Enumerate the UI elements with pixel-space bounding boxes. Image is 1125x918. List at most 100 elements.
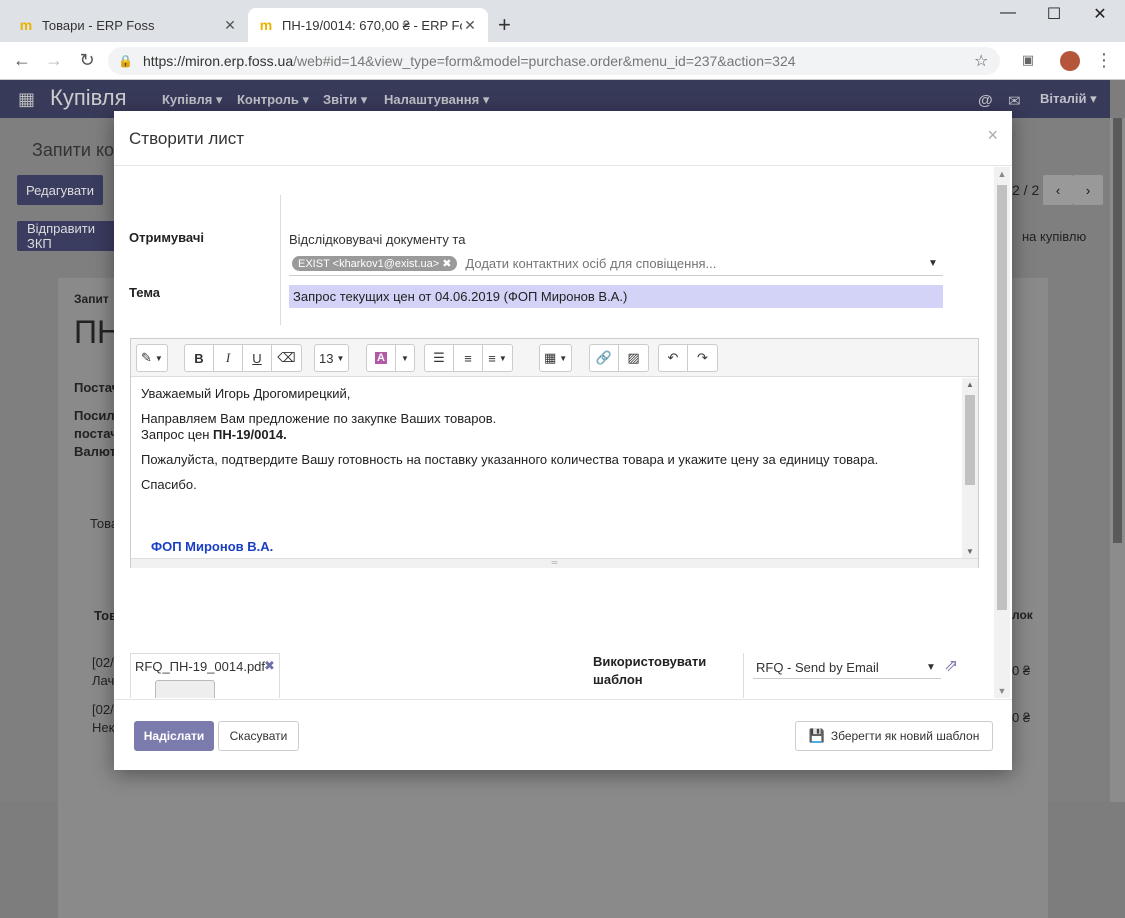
attachment-item[interactable]: RFQ_ПН-19_0014.pdf ✖ ⱷ xyxy=(130,653,280,698)
page-scrollbar-thumb[interactable] xyxy=(1113,118,1122,543)
cancel-button[interactable]: Скасувати xyxy=(218,721,299,751)
remove-attachment-icon[interactable]: ✖ xyxy=(264,658,275,674)
dialog-close-icon[interactable]: × xyxy=(987,125,998,146)
odoo-favicon-icon: m xyxy=(259,17,273,33)
underline-button[interactable]: U xyxy=(243,345,272,371)
remove-tag-icon[interactable]: ✖ xyxy=(442,258,451,270)
bullet-list-icon[interactable]: ☰ xyxy=(425,345,454,371)
recipients-input[interactable] xyxy=(457,255,923,272)
menu-settings[interactable]: Налаштування ▾ xyxy=(384,92,489,108)
subject-input[interactable] xyxy=(289,285,943,308)
color-dropdown-icon[interactable]: ▼ xyxy=(396,345,414,371)
save-as-template-label: Зберегти як новий шаблон xyxy=(830,729,980,743)
save-as-template-button[interactable]: 💾 Зберегти як новий шаблон xyxy=(795,721,993,751)
scroll-down-icon[interactable]: ▼ xyxy=(962,547,978,556)
recipient-tag[interactable]: EXIST <kharkov1@exist.ua> ✖ xyxy=(292,256,458,271)
url-host: https://miron.erp.foss.ua xyxy=(142,53,294,69)
forward-icon[interactable]: → xyxy=(42,50,66,72)
chevron-down-icon[interactable]: ▼ xyxy=(923,258,943,269)
back-icon[interactable]: ← xyxy=(10,50,34,72)
undo-icon[interactable]: ↶ xyxy=(659,345,688,371)
minimize-icon[interactable]: — xyxy=(985,4,1031,28)
bg-row: [02/ xyxy=(92,702,114,717)
template-select[interactable]: RFQ - Send by Email ▼ xyxy=(753,657,941,679)
dialog-scrollbar[interactable]: ▲ ▼ xyxy=(994,167,1010,698)
browser-tab-products[interactable]: m Товари - ERP Foss ✕ xyxy=(8,8,248,42)
external-link-icon[interactable]: ⇗ xyxy=(944,656,958,676)
maximize-icon[interactable]: ☐ xyxy=(1031,4,1077,28)
link-icon[interactable]: 🔗 xyxy=(590,345,619,371)
editor-scrollbar[interactable]: ▲ ▼ xyxy=(962,378,978,558)
font-size-dropdown[interactable]: 13 ▼ xyxy=(315,345,348,371)
new-tab-icon[interactable]: + xyxy=(498,12,511,38)
page-scrollbar[interactable] xyxy=(1110,118,1125,802)
eraser-icon[interactable]: ⌫ xyxy=(272,345,301,371)
menu-reports[interactable]: Звіти ▾ xyxy=(323,92,367,108)
font-size-value: 13 xyxy=(319,350,334,366)
browser-tab-order[interactable]: m ПН-19/0014: 670,00 ₴ - ERP Foss ✕ xyxy=(248,8,488,42)
dialog-footer: Надіслати Скасувати 💾 Зберегти як новий … xyxy=(114,699,1012,770)
redo-icon[interactable]: ↷ xyxy=(688,345,717,371)
tab-close-icon[interactable]: ✕ xyxy=(222,17,238,34)
template-label: Використовувати шаблон xyxy=(593,653,706,689)
body-line-3: Пожалуйста, подтвердите Вашу готовность … xyxy=(141,452,879,467)
list-group: ☰ ≡ ≡ ▼ xyxy=(424,344,513,372)
body-greeting: Уважаемый Игорь Дрогомирецкий, xyxy=(141,386,351,401)
bookmark-star-icon[interactable]: ☆ xyxy=(974,51,1000,71)
bold-button[interactable]: B xyxy=(185,345,214,371)
reload-icon[interactable]: ↻ xyxy=(75,50,99,72)
url-text: https://miron.erp.foss.ua/web#id=14&view… xyxy=(143,53,974,69)
compose-email-dialog: Створити лист × Отримувачі Відслідковува… xyxy=(114,111,1012,770)
table-icon[interactable]: ▦ ▼ xyxy=(540,345,571,371)
recipient-tag-label: EXIST <kharkov1@exist.ua> xyxy=(298,258,440,270)
label-divider xyxy=(280,195,281,325)
menu-control[interactable]: Контроль ▾ xyxy=(237,92,309,108)
template-divider xyxy=(743,653,744,698)
browser-tabbar: m Товари - ERP Foss ✕ m ПН-19/0014: 670,… xyxy=(0,0,1125,42)
bg-edit-button: Редагувати xyxy=(17,175,103,205)
bg-col-right: лок xyxy=(1012,608,1033,622)
floppy-disk-icon: 💾 xyxy=(808,728,825,743)
browser-profile-avatar[interactable] xyxy=(1060,51,1080,71)
dialog-header: Створити лист × xyxy=(114,111,1012,166)
send-button[interactable]: Надіслати xyxy=(134,721,214,751)
odoo-favicon-icon: m xyxy=(19,17,33,33)
app-name: Купівля xyxy=(50,85,127,110)
image-icon[interactable]: ▨ xyxy=(619,345,648,371)
dialog-scrollbar-thumb[interactable] xyxy=(997,185,1007,610)
editor-resize-handle[interactable]: ═ xyxy=(131,558,978,568)
numbered-list-icon[interactable]: ≡ xyxy=(454,345,483,371)
apps-grid-icon[interactable]: ▦ xyxy=(18,89,35,110)
bg-doc-caption: Запит xyxy=(74,292,109,306)
recipients-field[interactable]: EXIST <kharkov1@exist.ua>✖ ▼ xyxy=(289,252,943,276)
align-icon[interactable]: ≡ ▼ xyxy=(483,345,512,371)
editor-content[interactable]: Уважаемый Игорь Дрогомирецкий, Направляе… xyxy=(131,378,960,558)
browser-tab-title: ПН-19/0014: 670,00 ₴ - ERP Foss xyxy=(282,17,462,33)
tab-close-icon[interactable]: ✕ xyxy=(462,17,478,34)
bg-line: Валют xyxy=(74,444,117,459)
browser-tab-title: Товари - ERP Foss xyxy=(42,17,155,33)
extension-icon[interactable]: ▣ xyxy=(1017,52,1039,72)
address-bar[interactable]: 🔒 https://miron.erp.foss.ua/web#id=14&vi… xyxy=(108,47,1000,75)
user-menu[interactable]: Віталій ▾ xyxy=(1040,91,1097,107)
table-group: ▦ ▼ xyxy=(539,344,573,372)
scroll-up-icon[interactable]: ▲ xyxy=(962,380,978,389)
font-color-icon[interactable]: A xyxy=(367,345,396,371)
recipients-caption: Відслідковувачі документу та xyxy=(289,232,466,247)
chevron-down-icon[interactable]: ▼ xyxy=(921,662,941,673)
bg-line: постач xyxy=(74,426,118,441)
editor-scrollbar-thumb[interactable] xyxy=(965,395,975,485)
body-line-2-prefix: Запрос цен xyxy=(141,427,214,442)
chrome-menu-icon[interactable]: ⋮ xyxy=(1093,50,1115,70)
scroll-up-icon[interactable]: ▲ xyxy=(994,167,1010,181)
body-line-1: Направляем Вам предложение по закупке Ва… xyxy=(141,411,497,426)
chat-icon[interactable]: ✉ xyxy=(1008,92,1021,110)
magic-wand-icon[interactable]: ✎ ▼ xyxy=(137,345,167,371)
scroll-down-icon[interactable]: ▼ xyxy=(994,684,1010,698)
menu-purchase[interactable]: Купівля ▾ xyxy=(162,92,222,108)
italic-button[interactable]: I xyxy=(214,345,243,371)
activity-icon[interactable]: @ xyxy=(978,92,993,109)
bg-breadcrumb: Запити ко xyxy=(32,140,115,160)
window-close-icon[interactable]: ✕ xyxy=(1077,4,1123,28)
insert-group: 🔗 ▨ xyxy=(589,344,649,372)
